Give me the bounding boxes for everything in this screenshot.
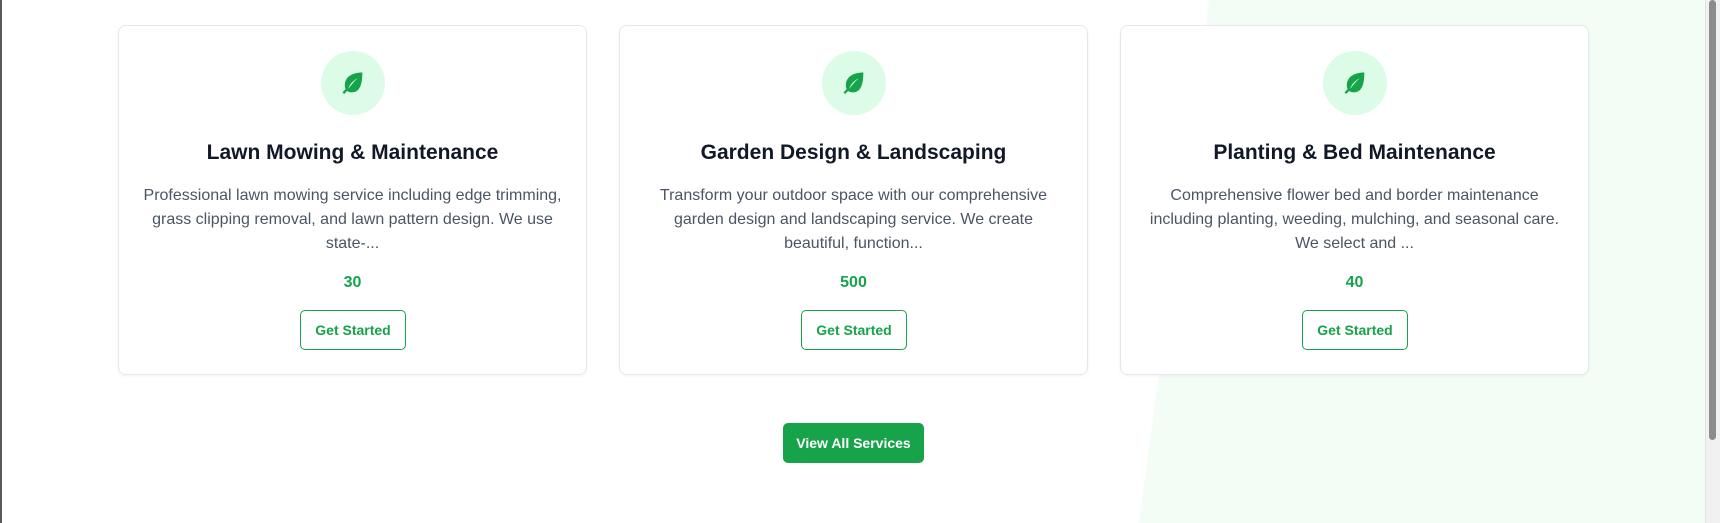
get-started-button[interactable]: Get Started [801, 310, 907, 350]
leaf-icon [1323, 51, 1387, 115]
service-card: Planting & Bed Maintenance Comprehensive… [1120, 25, 1589, 375]
leaf-icon [822, 51, 886, 115]
service-card: Lawn Mowing & Maintenance Professional l… [118, 25, 587, 375]
service-price: 40 [1345, 274, 1364, 291]
vertical-scrollbar[interactable] [1705, 0, 1720, 523]
services-grid: Lawn Mowing & Maintenance Professional l… [118, 25, 1589, 375]
view-all-services-button[interactable]: View All Services [783, 423, 924, 463]
scrollbar-thumb[interactable] [1709, 0, 1716, 440]
window-left-edge [0, 0, 2, 523]
get-started-button[interactable]: Get Started [300, 310, 406, 350]
service-title: Garden Design & Landscaping [700, 141, 1007, 164]
service-description: Comprehensive flower bed and border main… [1149, 187, 1560, 252]
service-title: Lawn Mowing & Maintenance [206, 141, 499, 164]
service-description: Transform your outdoor space with our co… [659, 187, 1048, 252]
service-card: Garden Design & Landscaping Transform yo… [619, 25, 1088, 375]
leaf-icon [321, 51, 385, 115]
service-price: 500 [840, 274, 867, 291]
service-price: 30 [343, 274, 362, 291]
get-started-button[interactable]: Get Started [1302, 310, 1408, 350]
service-description: Professional lawn mowing service includi… [143, 187, 562, 252]
service-title: Planting & Bed Maintenance [1213, 141, 1496, 164]
